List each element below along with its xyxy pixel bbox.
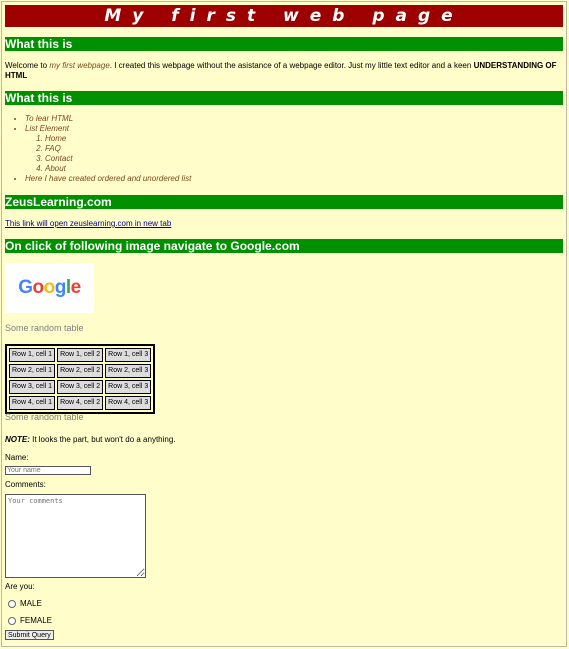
ordered-list-item: Contact [45,154,191,164]
note-paragraph: NOTE: It looks the part, but won't do a … [5,435,176,445]
intro-middle: . I created this webpage without the asi… [109,61,474,70]
table-cell: Row 2, cell 1 [9,364,56,378]
page-title: My first web page [5,5,563,27]
submit-button[interactable]: Submit Query [5,630,54,640]
table-row: Row 1, cell 1 Row 1, cell 2 Row 1, cell 3 [9,348,152,362]
table-cell: Row 4, cell 1 [9,396,56,410]
google-logo-image-link[interactable]: Google [5,263,94,313]
table-cell: Row 1, cell 1 [9,348,56,362]
note-label: NOTE: [5,435,30,444]
table-row: Row 3, cell 1 Row 3, cell 2 Row 3, cell 3 [9,380,152,394]
comments-textarea[interactable] [5,494,146,578]
table-cell: Row 1, cell 2 [57,348,104,362]
list-item: To lear HTML [25,114,191,124]
radio-female-label: FEMALE [20,616,53,625]
table-cell: Row 3, cell 1 [9,380,56,394]
table-cell: Row 4, cell 2 [57,396,104,410]
unordered-list: To lear HTML List Element Home FAQ Conta… [9,114,191,184]
table-cell: Row 3, cell 2 [57,380,104,394]
table-caption-bottom: Some random table [5,412,84,422]
google-logo-letter: g [54,277,67,298]
google-logo-letter: G [18,277,33,298]
table-cell: Row 1, cell 3 [105,348,152,362]
intro-emphasis: my first webpage [49,61,110,70]
google-logo-letter: e [70,277,82,298]
radio-male-row[interactable]: MALE [8,599,42,608]
ordered-list-item: Home [45,134,191,144]
ordered-list: Home FAQ Contact About [25,134,191,174]
table-caption-top: Some random table [5,323,84,333]
google-logo-letter: o [32,277,45,298]
list-item: List Element Home FAQ Contact About [25,124,191,174]
name-input[interactable] [5,466,91,475]
radio-male[interactable] [8,599,16,608]
comments-label: Comments: [5,480,46,489]
section-heading-zeuslearning: ZeusLearning.com [5,195,563,209]
are-you-label: Are you: [5,582,35,591]
name-label: Name: [5,453,29,462]
section-heading-google: On click of following image navigate to … [5,239,563,253]
zeuslearning-link[interactable]: This link will open zeuslearning.com in … [5,219,171,228]
radio-female-row[interactable]: FEMALE [8,616,52,625]
list-item-label: List Element [25,124,70,133]
radio-male-label: MALE [20,599,42,608]
random-table: Row 1, cell 1 Row 1, cell 2 Row 1, cell 3R… [5,344,156,414]
ordered-list-item: About [45,164,191,174]
google-logo-letter: o [43,277,56,298]
section-heading-what-this-is-2: What this is [5,91,563,105]
table-cell: Row 2, cell 3 [105,364,152,378]
table-cell: Row 2, cell 2 [57,364,104,378]
section-heading-what-this-is: What this is [5,37,563,51]
table-cell: Row 4, cell 3 [105,396,152,410]
table-row: Row 2, cell 1 Row 2, cell 2 Row 2, cell 3 [9,364,152,378]
intro-prefix: Welcome to [5,61,50,70]
table-cell: Row 3, cell 3 [105,380,152,394]
table-row: Row 4, cell 1 Row 4, cell 2 Row 4, cell 3 [9,396,152,410]
note-text: It looks the part, but won't do a anythi… [29,435,176,444]
ordered-list-item: FAQ [45,144,191,154]
radio-female[interactable] [8,616,16,625]
list-item: Here I have created ordered and unordere… [25,174,191,184]
intro-paragraph: Welcome to my first webpage. I created t… [5,61,561,81]
google-logo: Google [18,277,82,299]
